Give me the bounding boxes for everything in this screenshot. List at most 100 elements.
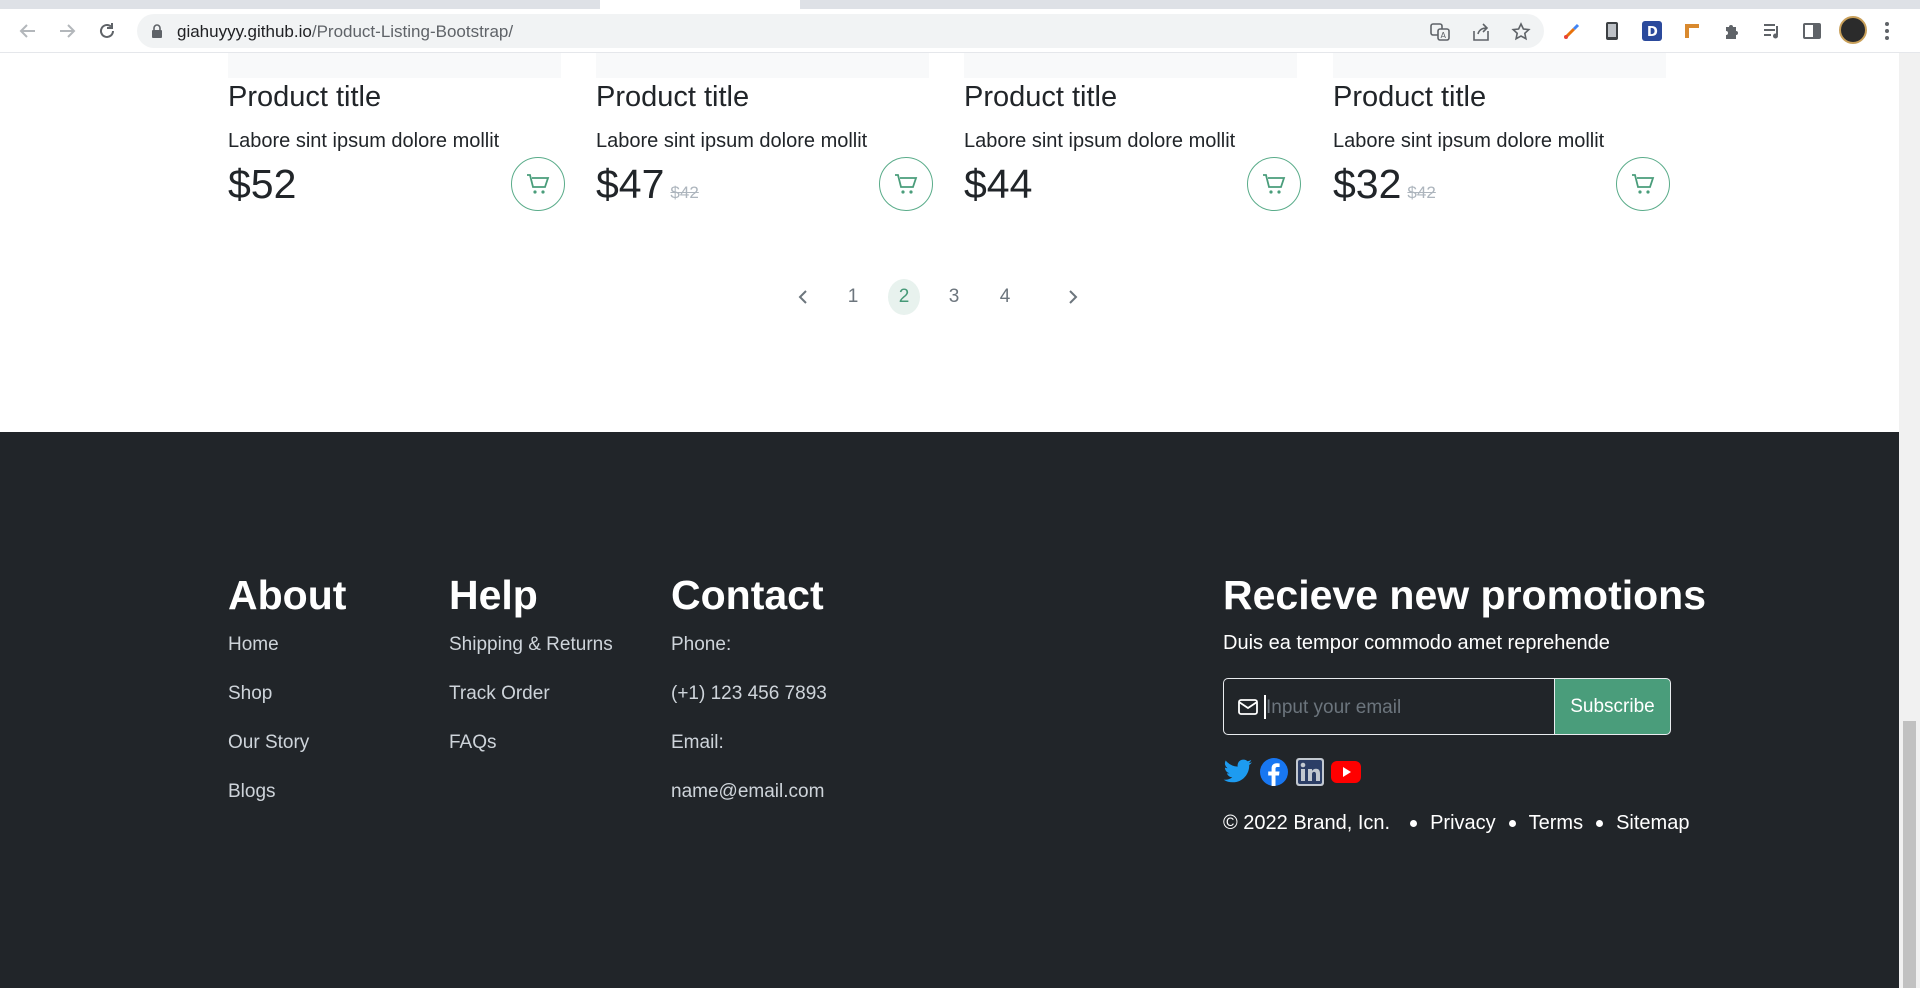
- product-image[interactable]: [964, 53, 1297, 78]
- chevron-right-icon: [1069, 290, 1078, 304]
- add-to-cart-button[interactable]: [1247, 157, 1301, 211]
- pagination-page-2-active[interactable]: 2: [888, 279, 920, 315]
- product-card[interactable]: Product title Labore sint ipsum dolore m…: [964, 53, 1309, 223]
- url-text: giahuyyy.github.io/Product-Listing-Boots…: [177, 22, 513, 42]
- product-title[interactable]: Product title: [964, 81, 1117, 114]
- add-to-cart-button[interactable]: [1616, 157, 1670, 211]
- price-row: $52: [228, 161, 302, 208]
- footer-help-heading: Help: [449, 572, 538, 618]
- d-extension-icon[interactable]: D: [1641, 20, 1663, 42]
- pagination: 1 2 3 4: [786, 278, 1106, 316]
- forward-arrow-icon[interactable]: [53, 17, 81, 45]
- promo-heading: Recieve new promotions: [1223, 572, 1707, 618]
- footer-link-shipping-returns[interactable]: Shipping & Returns: [449, 634, 613, 656]
- email-input-wrapper[interactable]: [1223, 678, 1555, 735]
- reload-icon[interactable]: [93, 17, 121, 45]
- product-title[interactable]: Product title: [228, 81, 381, 114]
- browser-tab-strip: [0, 0, 1920, 9]
- footer-contact-heading: Contact: [671, 572, 824, 618]
- cart-icon: [895, 174, 918, 194]
- separator-dot: [1410, 820, 1418, 827]
- terms-link[interactable]: Terms: [1529, 812, 1583, 835]
- pagination-prev-button[interactable]: [786, 278, 820, 316]
- svg-text:D: D: [1647, 25, 1658, 40]
- page-scrollbar[interactable]: [1899, 53, 1920, 988]
- footer-link-home[interactable]: Home: [228, 634, 279, 656]
- contact-phone-label: Phone:: [671, 634, 732, 655]
- product-title[interactable]: Product title: [1333, 81, 1486, 114]
- footer-link-shop[interactable]: Shop: [228, 683, 272, 705]
- product-description: Labore sint ipsum dolore mollit: [596, 130, 868, 152]
- separator-dot: [1596, 820, 1604, 827]
- email-input[interactable]: [1264, 690, 1548, 726]
- color-picker-extension-icon[interactable]: [1561, 20, 1583, 42]
- text-caret: [1264, 695, 1266, 719]
- product-card[interactable]: Product title Labore sint ipsum dolore m…: [1333, 53, 1678, 223]
- site-footer: About Home Shop Our Story Blogs Help Shi…: [0, 432, 1899, 988]
- product-price: $32: [1333, 161, 1402, 207]
- profile-avatar[interactable]: [1839, 16, 1867, 44]
- contact-email-label: Email:: [671, 732, 724, 753]
- address-bar[interactable]: giahuyyy.github.io/Product-Listing-Boots…: [137, 14, 1544, 48]
- subscribe-button[interactable]: Subscribe: [1554, 678, 1671, 735]
- product-image[interactable]: [228, 53, 561, 78]
- pagination-page-4[interactable]: 4: [988, 278, 1022, 316]
- privacy-link[interactable]: Privacy: [1430, 812, 1496, 835]
- product-title[interactable]: Product title: [596, 81, 749, 114]
- sitemap-link[interactable]: Sitemap: [1616, 812, 1689, 835]
- url-host: giahuyyy.github.io: [177, 22, 312, 41]
- lock-icon: [151, 24, 163, 43]
- pagination-page-3[interactable]: 3: [937, 278, 971, 316]
- subscribe-form: Subscribe: [1223, 678, 1671, 735]
- add-to-cart-button[interactable]: [511, 157, 565, 211]
- cart-icon: [1632, 174, 1655, 194]
- legal-links: © 2022 Brand, Icn. Privacy Terms Sitemap: [1223, 812, 1689, 835]
- product-old-price: $42: [670, 183, 699, 202]
- linkedin-icon[interactable]: [1295, 757, 1325, 787]
- footer-link-our-story[interactable]: Our Story: [228, 732, 309, 754]
- kebab-menu-icon[interactable]: [1884, 20, 1890, 47]
- active-tab[interactable]: [600, 0, 800, 9]
- footer-about-heading: About: [228, 572, 347, 618]
- pagination-next-button[interactable]: [1056, 278, 1090, 316]
- add-to-cart-button[interactable]: [879, 157, 933, 211]
- promo-subtitle: Duis ea tempor commodo amet reprehende: [1223, 632, 1610, 654]
- product-card[interactable]: Product title Labore sint ipsum dolore m…: [596, 53, 941, 223]
- product-price: $44: [964, 161, 1033, 207]
- cart-icon: [1263, 174, 1286, 194]
- pagination-page-1[interactable]: 1: [836, 278, 870, 316]
- ruler-extension-icon[interactable]: [1681, 20, 1703, 42]
- social-links: [1223, 757, 1361, 787]
- product-image[interactable]: [1333, 53, 1666, 78]
- twitter-icon[interactable]: [1223, 757, 1253, 787]
- product-card[interactable]: Product title Labore sint ipsum dolore m…: [228, 53, 573, 223]
- product-price: $52: [228, 161, 297, 207]
- youtube-icon[interactable]: [1331, 757, 1361, 787]
- scrollbar-thumb[interactable]: [1903, 721, 1916, 988]
- price-row: $47 $42: [596, 161, 699, 208]
- footer-link-track-order[interactable]: Track Order: [449, 683, 550, 705]
- media-queue-icon[interactable]: [1761, 20, 1783, 42]
- price-row: $32 $42: [1333, 161, 1436, 208]
- url-path: /Product-Listing-Bootstrap/: [311, 22, 514, 41]
- product-description: Labore sint ipsum dolore mollit: [964, 130, 1236, 152]
- cart-icon: [527, 174, 550, 194]
- side-panel-icon[interactable]: [1801, 20, 1823, 42]
- contact-phone-number[interactable]: (+1) 123 456 7893: [671, 683, 827, 705]
- translate-icon[interactable]: A: [1430, 22, 1450, 42]
- separator-dot: [1508, 820, 1516, 827]
- bookmark-star-icon[interactable]: [1511, 22, 1531, 42]
- product-description: Labore sint ipsum dolore mollit: [228, 130, 500, 152]
- envelope-icon: [1238, 699, 1258, 720]
- footer-link-faqs[interactable]: FAQs: [449, 732, 497, 754]
- facebook-icon[interactable]: [1259, 757, 1289, 787]
- puzzle-extensions-icon[interactable]: [1721, 20, 1743, 42]
- product-image[interactable]: [596, 53, 929, 78]
- phone-extension-icon[interactable]: [1601, 20, 1623, 42]
- share-icon[interactable]: [1471, 22, 1491, 42]
- product-description: Labore sint ipsum dolore mollit: [1333, 130, 1605, 152]
- contact-email-address[interactable]: name@email.com: [671, 781, 824, 803]
- footer-link-blogs[interactable]: Blogs: [228, 781, 276, 803]
- product-price: $47: [596, 161, 665, 207]
- back-arrow-icon[interactable]: [14, 17, 42, 45]
